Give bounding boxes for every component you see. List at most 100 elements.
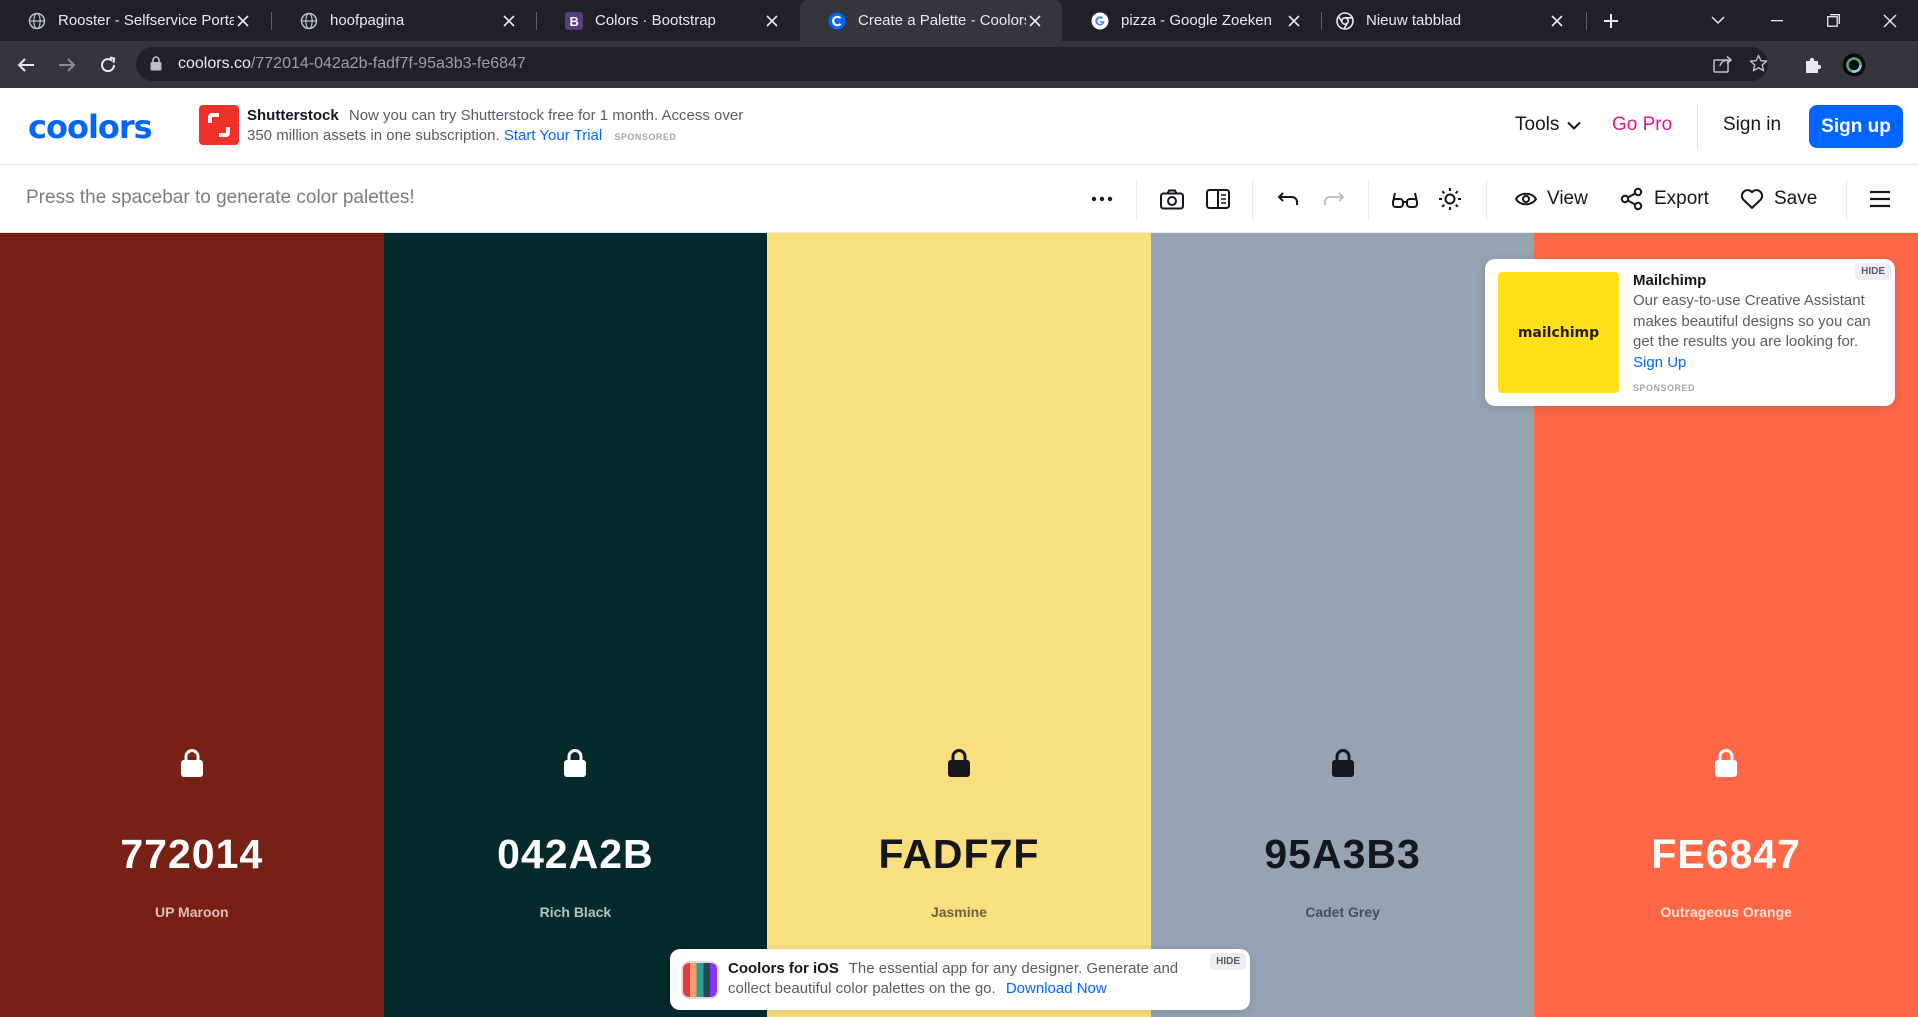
url-input[interactable]: coolors.co/772014-042a2b-fadf7f-95a3b3-f…: [136, 47, 1768, 81]
hamburger-menu-icon[interactable]: [1864, 183, 1896, 215]
bookmark-star-icon[interactable]: [1749, 54, 1768, 78]
more-options-icon[interactable]: [1086, 183, 1118, 215]
close-window-button[interactable]: [1862, 0, 1918, 41]
browser-address-bar: coolors.co/772014-042a2b-fadf7f-95a3b3-f…: [0, 41, 1918, 88]
hex-code[interactable]: 95A3B3: [1151, 831, 1535, 878]
browser-tab[interactable]: Rooster - Selfservice Portal: [0, 0, 270, 41]
ad-brand: Shutterstock: [247, 107, 339, 124]
ad-description: Our easy-to-use Creative Assistant makes…: [1633, 291, 1883, 373]
back-arrow-icon[interactable]: [12, 51, 40, 79]
ad-cta-link[interactable]: Start Your Trial: [504, 127, 602, 144]
color-column[interactable]: 042A2B Rich Black: [383, 233, 768, 1017]
coolors-icon: [828, 12, 846, 30]
side-panel-icon[interactable]: [1202, 183, 1234, 215]
share-nodes-icon: [1620, 187, 1643, 211]
close-tab-icon[interactable]: [763, 12, 781, 30]
share-icon[interactable]: [1713, 55, 1733, 78]
profile-avatar[interactable]: [1840, 51, 1868, 79]
globe-icon: [28, 12, 46, 30]
close-tab-icon[interactable]: [234, 12, 252, 30]
tab-title: Colors · Bootstrap: [595, 12, 716, 29]
color-column[interactable]: 95A3B3 Cadet Grey: [1150, 233, 1535, 1017]
hex-code[interactable]: FADF7F: [767, 831, 1151, 878]
ad-text: Our easy-to-use Creative Assistant makes…: [1633, 292, 1871, 350]
adjust-brightness-sun-icon[interactable]: [1434, 183, 1466, 215]
mailchimp-logo-text: mailchimp: [1517, 324, 1600, 341]
toolbar-divider: [1136, 179, 1137, 221]
site-header: coolors Shutterstock Now you can try Shu…: [0, 88, 1918, 165]
hex-code[interactable]: FE6847: [1534, 831, 1918, 878]
coolors-app-icon: [681, 961, 719, 999]
reload-icon[interactable]: [94, 51, 122, 79]
ios-banner-brand: Coolors for iOS: [728, 960, 839, 977]
hide-banner-button[interactable]: HIDE: [1210, 953, 1246, 970]
lock-icon[interactable]: [945, 747, 973, 779]
restore-button[interactable]: [1805, 0, 1861, 41]
download-now-link[interactable]: Download Now: [1006, 980, 1107, 997]
close-tab-icon[interactable]: [1548, 12, 1566, 30]
svg-text:B: B: [570, 14, 579, 29]
close-tab-icon[interactable]: [1285, 12, 1303, 30]
tab-title: Nieuw tabblad: [1366, 12, 1462, 29]
save-label: Save: [1774, 188, 1818, 209]
globe-icon: [300, 12, 318, 30]
tools-label: Tools: [1515, 114, 1560, 135]
new-tab-button[interactable]: [1583, 0, 1639, 41]
coolors-logo[interactable]: coolors: [28, 108, 153, 146]
browser-tab-active[interactable]: Create a Palette - Coolors: [800, 0, 1062, 41]
shutterstock-logo[interactable]: [199, 105, 239, 145]
sponsored-label: SPONSORED: [1633, 383, 1696, 393]
export-button[interactable]: Export: [1620, 182, 1709, 216]
browser-tab[interactable]: pizza - Google Zoeken: [1063, 0, 1321, 41]
mailchimp-ad[interactable]: mailchimp Mailchimp Our easy-to-use Crea…: [1485, 259, 1895, 406]
hide-ad-button[interactable]: HIDE: [1855, 263, 1891, 280]
ios-banner-text: Coolors for iOS The essential app for an…: [728, 959, 1188, 999]
view-button[interactable]: View: [1515, 182, 1588, 216]
ios-app-banner[interactable]: Coolors for iOS The essential app for an…: [670, 949, 1250, 1010]
save-button[interactable]: Save: [1740, 182, 1817, 216]
sponsored-label: SPONSORED: [614, 132, 677, 142]
color-name: Rich Black: [539, 904, 612, 920]
hex-code[interactable]: 042A2B: [384, 831, 768, 878]
tab-search-button[interactable]: [1690, 0, 1746, 41]
url-path: /772014-042a2b-fadf7f-95a3b3-fe6847: [250, 55, 526, 72]
forward-arrow-icon[interactable]: [53, 51, 81, 79]
toolbar-divider: [1486, 179, 1487, 221]
tab-title: hoofpagina: [330, 12, 405, 29]
lock-icon[interactable]: [1329, 747, 1357, 779]
browser-tab-bar: Rooster - Selfservice Portal hoofpagina …: [0, 0, 1918, 41]
ad-title: Mailchimp: [1633, 272, 1707, 289]
undo-icon[interactable]: [1272, 183, 1304, 215]
extensions-puzzle-icon[interactable]: [1799, 51, 1827, 79]
browser-tab[interactable]: B Colors · Bootstrap: [537, 0, 799, 41]
color-name: UP Maroon: [154, 904, 229, 920]
color-name: Outrageous Orange: [1660, 904, 1792, 920]
color-blindness-glasses-icon[interactable]: [1389, 183, 1421, 215]
heart-icon: [1740, 189, 1764, 209]
google-icon: [1091, 12, 1109, 30]
lock-icon[interactable]: [1712, 747, 1740, 779]
ad-cta-link[interactable]: Sign Up: [1633, 354, 1686, 371]
go-pro-link[interactable]: Go Pro: [1612, 114, 1672, 136]
sign-up-button[interactable]: Sign up: [1809, 105, 1903, 148]
close-tab-icon[interactable]: [1026, 12, 1044, 30]
header-divider: [1697, 104, 1698, 150]
bootstrap-icon: B: [565, 11, 583, 30]
browser-tab[interactable]: Nieuw tabblad: [1322, 0, 1584, 41]
color-name: Cadet Grey: [1305, 904, 1380, 920]
shutterstock-ad: Shutterstock Now you can try Shutterstoc…: [247, 106, 767, 147]
close-tab-icon[interactable]: [500, 12, 518, 30]
lock-icon[interactable]: [178, 747, 206, 779]
sign-in-link[interactable]: Sign in: [1723, 114, 1781, 136]
color-name: Jasmine: [930, 904, 987, 920]
hex-code[interactable]: 772014: [0, 831, 384, 878]
camera-icon[interactable]: [1156, 183, 1188, 215]
color-column[interactable]: FADF7F Jasmine: [767, 233, 1151, 1017]
tools-menu[interactable]: Tools: [1515, 114, 1582, 136]
lock-icon[interactable]: [561, 747, 589, 779]
color-column[interactable]: 772014 UP Maroon: [0, 233, 384, 1017]
mailchimp-logo[interactable]: mailchimp: [1498, 272, 1619, 393]
browser-tab[interactable]: hoofpagina: [272, 0, 536, 41]
minimize-button[interactable]: [1749, 0, 1805, 41]
redo-icon[interactable]: [1318, 183, 1350, 215]
